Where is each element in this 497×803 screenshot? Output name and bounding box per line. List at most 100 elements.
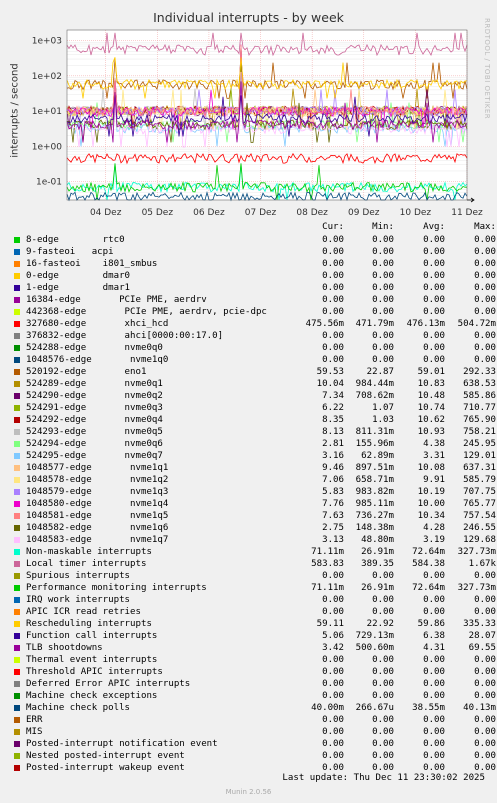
legend-series-name: 524289-edge nvme0q1 (26, 379, 163, 389)
legend-row: APIC ICR read retries 0.00 0.00 0.00 0.00 (12, 606, 496, 618)
legend-swatch (14, 609, 20, 615)
legend-value-max: 129.68 (463, 535, 496, 545)
legend-swatch (14, 309, 20, 315)
legend-series-name: 8-edge rtc0 (26, 235, 125, 245)
legend-value-max: 585.86 (463, 391, 496, 401)
legend-row: 1048583-edge nvme1q7 3.13 48.80m 3.19 129.68 (12, 534, 496, 546)
legend-value-max: 504.72m (457, 319, 496, 329)
legend-value-max: 765.90 (463, 415, 496, 425)
legend-swatch (14, 633, 20, 639)
legend-series-name: 0-edge dmar0 (26, 271, 131, 281)
legend-swatch (14, 729, 20, 735)
munin-version: Munin 2.0.56 (225, 788, 272, 796)
legend-row: Deferred Error APIC interrupts 0.00 0.00 0.… (12, 678, 496, 690)
legend-value-max: 0.00 (474, 571, 496, 581)
legend-series-name: 524295-edge nvme0q7 (26, 451, 163, 461)
legend-swatch (14, 273, 20, 279)
legend-row: 520192-edge eno1 59.53 22.87 59.01 292.33 (12, 366, 496, 378)
legend-swatch (14, 621, 20, 627)
legend-swatch (14, 717, 20, 723)
legend-series-name: 1048577-edge nvme1q1 (26, 463, 169, 473)
legend-row: 524291-edge nvme0q3 6.22 1.07 10.74 710.77 (12, 402, 496, 414)
legend-swatch (14, 357, 20, 363)
legend-series-name: Function call interrupts (26, 631, 158, 641)
legend-swatch (14, 681, 20, 687)
legend-value-max: 0.00 (474, 355, 496, 365)
legend-series-name: 524292-edge nvme0q4 (26, 415, 163, 425)
legend-series-name: Machine check exceptions (26, 691, 158, 701)
legend-value-max: 129.01 (463, 451, 496, 461)
legend-series-name: 524294-edge nvme0q6 (26, 439, 163, 449)
x-tick-label: 08 Dez (296, 208, 328, 215)
legend-swatch (14, 237, 20, 243)
legend-swatch (14, 573, 20, 579)
legend-row: 8-edge rtc0 0.00 0.00 0.00 0.00 (12, 234, 496, 246)
legend-value-max: 327.73m (457, 583, 496, 593)
legend-row: 524294-edge nvme0q6 2.81 155.96m 4.38 245.95 (12, 438, 496, 450)
legend-value-max: 0.00 (474, 235, 496, 245)
legend-row: Nested posted-interrupt event 0.00 0.00 0.0… (12, 750, 496, 762)
legend-value-max: 0.00 (474, 283, 496, 293)
y-tick-label: 1e-01 (36, 178, 62, 188)
legend-row: 524292-edge nvme0q4 8.35 1.03 10.62 765.90 (12, 414, 496, 426)
legend-swatch (14, 561, 20, 567)
legend-value-max: 0.00 (474, 607, 496, 617)
legend-swatch (14, 585, 20, 591)
legend-value-max: 245.95 (463, 439, 496, 449)
legend-row: Thermal event interrupts 0.00 0.00 0.00 0.00 (12, 654, 496, 666)
legend-swatch (14, 597, 20, 603)
legend-row: 524293-edge nvme0q5 8.13 811.31m 10.93 758.2… (12, 426, 496, 438)
legend-series-name: 442368-edge PCIe PME, aerdrv, pcie-dpc (26, 307, 267, 317)
legend-value-max: 0.00 (474, 307, 496, 317)
legend-value-max: 292.33 (463, 367, 496, 377)
legend-swatch (14, 333, 20, 339)
legend-swatch (14, 429, 20, 435)
y-tick-label: 1e+03 (32, 37, 62, 47)
legend-series-name: 1048579-edge nvme1q3 (26, 487, 169, 497)
legend-series-name: 1048580-edge nvme1q4 (26, 499, 169, 509)
legend-swatch (14, 693, 20, 699)
legend-value-max: 707.75 (463, 487, 496, 497)
legend-swatch (14, 549, 20, 555)
header-max: Max: (474, 222, 496, 232)
legend-series-name: Thermal event interrupts (26, 655, 158, 665)
legend-series-name: 1048583-edge nvme1q7 (26, 535, 169, 545)
legend-value-max: 0.00 (474, 247, 496, 257)
legend-swatch (14, 369, 20, 375)
legend-row: 0-edge dmar0 0.00 0.00 0.00 0.00 (12, 270, 496, 282)
legend-swatch (14, 741, 20, 747)
legend-value-max: 0.00 (474, 295, 496, 305)
y-ticks: 1e+03 1e+02 1e+01 1e+00 1e-01 (32, 37, 63, 188)
legend-row: 524295-edge nvme0q7 3.16 62.89m 3.31 129.01 (12, 450, 496, 462)
legend-row: Threshold APIC interrupts 0.00 0.00 0.00 0.0… (12, 666, 496, 678)
legend-row: 1048582-edge nvme1q6 2.75 148.38m 4.28 246.5… (12, 522, 496, 534)
legend-swatch (14, 285, 20, 291)
legend-row: 524290-edge nvme0q2 7.34 708.62m 10.48 585.8… (12, 390, 496, 402)
legend-swatch (14, 465, 20, 471)
legend-value-max: 0.00 (474, 271, 496, 281)
legend-series-name: 520192-edge eno1 (26, 367, 147, 377)
legend-row: ERR 0.00 0.00 0.00 0.00 (12, 714, 496, 726)
legend-swatch (14, 513, 20, 519)
legend-series-name: APIC ICR read retries (26, 607, 141, 617)
legend-series-name: 1-edge dmar1 (26, 283, 131, 293)
legend-value-max: 0.00 (474, 715, 496, 725)
x-tick-label: 10 Dez (400, 208, 432, 215)
legend-series-name: Posted-interrupt wakeup event (26, 763, 185, 773)
legend-swatch (14, 489, 20, 495)
legend-series-name: 376832-edge ahci[0000:00:17.0] (26, 331, 224, 341)
legend-value-max: 0.00 (474, 667, 496, 677)
legend-row: Performance monitoring interrupts 71.11m 2… (12, 582, 496, 594)
legend-row: 376832-edge ahci[0000:00:17.0] 0.00 0.00 0.… (12, 330, 496, 342)
legend-value-max: 0.00 (474, 727, 496, 737)
legend-row: 442368-edge PCIe PME, aerdrv, pcie-dpc 0.… (12, 306, 496, 318)
legend-series-name: Threshold APIC interrupts (26, 667, 163, 677)
legend-row: Machine check exceptions 0.00 0.00 0.00 0.00 (12, 690, 496, 702)
legend-value-max: 0.00 (474, 655, 496, 665)
x-tick-label: 04 Dez (90, 208, 122, 215)
legend-series-name: Non-maskable interrupts (26, 547, 152, 557)
legend-swatch (14, 477, 20, 483)
legend-value-max: 28.07 (468, 631, 496, 641)
legend-value-max: 0.00 (474, 679, 496, 689)
legend-value-max: 0.00 (474, 739, 496, 749)
